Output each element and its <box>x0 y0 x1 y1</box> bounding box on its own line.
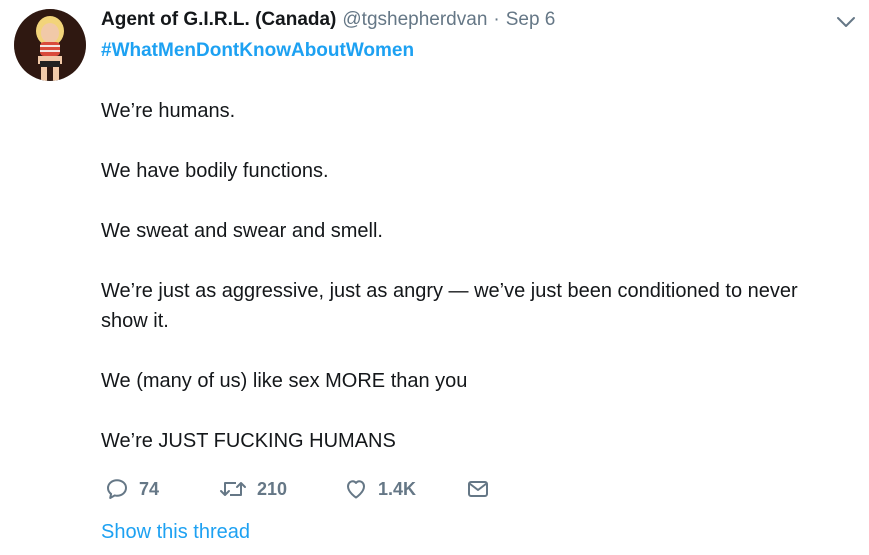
reply-count: 74 <box>139 478 160 499</box>
tweet-paragraph: We’re just as aggressive, just as angry … <box>101 280 798 332</box>
tweet-header: Agent of G.I.R.L. (Canada) @tgshepherdva… <box>101 9 555 33</box>
author-display-name[interactable]: Agent of G.I.R.L. (Canada) <box>101 9 336 31</box>
avatar-image <box>14 9 86 81</box>
author-handle[interactable]: @tgshepherdvan <box>342 9 487 31</box>
tweet-paragraph: We’re JUST FUCKING HUMANS <box>101 430 396 452</box>
reply-button[interactable]: 74 <box>105 475 159 503</box>
show-thread-link[interactable]: Show this thread <box>101 521 250 544</box>
tweet-timestamp[interactable]: Sep 6 <box>506 9 556 31</box>
more-options-button[interactable] <box>835 14 857 30</box>
tweet: Agent of G.I.R.L. (Canada) @tgshepherdva… <box>0 0 869 555</box>
like-button[interactable]: 1.4K <box>344 475 416 503</box>
heart-icon <box>347 480 365 499</box>
tweet-paragraph: We have bodily functions. <box>101 160 329 182</box>
retweet-icon <box>220 482 246 496</box>
tweet-paragraph: We (many of us) like sex MORE than you <box>101 370 468 392</box>
tweet-paragraph: We’re humans. <box>101 100 236 122</box>
avatar[interactable] <box>14 9 86 81</box>
chevron-down-icon <box>837 17 855 27</box>
direct-message-button[interactable] <box>466 475 490 503</box>
like-count: 1.4K <box>378 478 417 499</box>
retweet-count: 210 <box>257 478 288 499</box>
tweet-actions: 74 210 1.4K <box>101 475 501 503</box>
tweet-paragraph: We sweat and swear and smell. <box>101 220 383 242</box>
header-separator: · <box>493 9 500 30</box>
envelope-icon <box>468 481 488 497</box>
hashtag-link[interactable]: #WhatMenDontKnowAboutWomen <box>101 40 414 62</box>
reply-icon <box>107 479 127 499</box>
retweet-button[interactable]: 210 <box>219 475 287 503</box>
